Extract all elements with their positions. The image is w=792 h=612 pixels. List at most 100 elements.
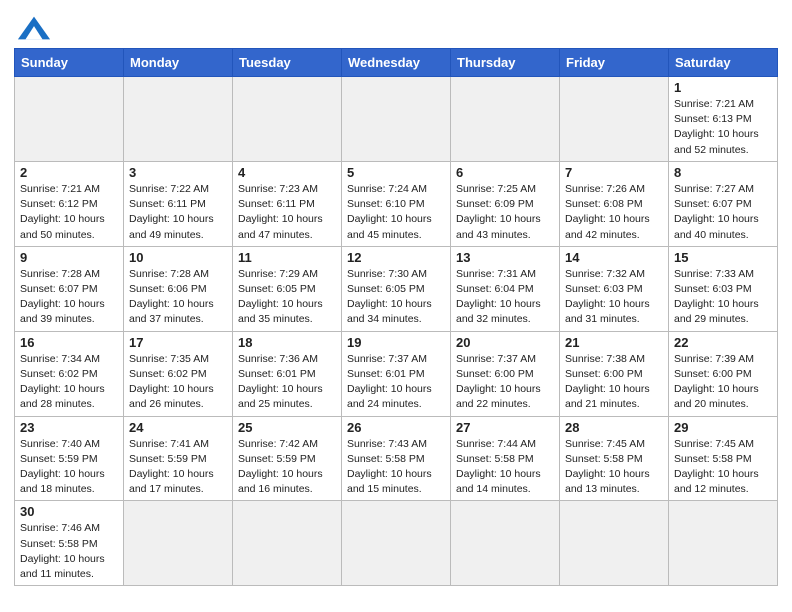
day-cell: 22Sunrise: 7:39 AM Sunset: 6:00 PM Dayli… [669, 331, 778, 416]
day-cell [15, 77, 124, 162]
day-info: Sunrise: 7:43 AM Sunset: 5:58 PM Dayligh… [347, 437, 445, 498]
day-cell: 8 Sunrise: 7:27 AM Sunset: 6:07 PM Daylig… [669, 161, 778, 246]
day-cell: 3 Sunrise: 7:22 AM Sunset: 6:11 PM Daylig… [124, 161, 233, 246]
day-info: Sunrise: 7:37 AM Sunset: 6:01 PM Dayligh… [347, 352, 445, 413]
day-number: 7 [565, 165, 663, 180]
day-number: 30 [20, 504, 118, 519]
day-info: Sunrise: 7:32 AM Sunset: 6:03 PM Dayligh… [565, 267, 663, 328]
day-cell: 25 Sunrise: 7:42 AM Sunset: 5:59 PM Dayli… [233, 416, 342, 501]
day-info: Sunrise: 7:35 AM Sunset: 6:02 PM Dayligh… [129, 352, 227, 413]
day-cell: 6Sunrise: 7:25 AM Sunset: 6:09 PM Daylig… [451, 161, 560, 246]
page: SundayMondayTuesdayWednesdayThursdayFrid… [0, 0, 792, 600]
day-cell: 7 Sunrise: 7:26 AM Sunset: 6:08 PM Daylig… [560, 161, 669, 246]
day-number: 10 [129, 250, 227, 265]
day-cell [124, 77, 233, 162]
calendar-header-row: SundayMondayTuesdayWednesdayThursdayFrid… [15, 49, 778, 77]
day-cell: 10 Sunrise: 7:28 AM Sunset: 6:06 PM Dayli… [124, 246, 233, 331]
day-cell: 30Sunrise: 7:46 AM Sunset: 5:58 PM Dayli… [15, 501, 124, 586]
day-info: Sunrise: 7:27 AM Sunset: 6:07 PM Dayligh… [674, 182, 772, 243]
day-header-sunday: Sunday [15, 49, 124, 77]
day-info: Sunrise: 7:26 AM Sunset: 6:08 PM Dayligh… [565, 182, 663, 243]
day-number: 19 [347, 335, 445, 350]
week-row-6: 30Sunrise: 7:46 AM Sunset: 5:58 PM Dayli… [15, 501, 778, 586]
day-number: 29 [674, 420, 772, 435]
day-cell: 29 Sunrise: 7:45 AM Sunset: 5:58 PM Dayli… [669, 416, 778, 501]
day-info: Sunrise: 7:29 AM Sunset: 6:05 PM Dayligh… [238, 267, 336, 328]
day-number: 20 [456, 335, 554, 350]
day-header-monday: Monday [124, 49, 233, 77]
day-info: Sunrise: 7:34 AM Sunset: 6:02 PM Dayligh… [20, 352, 118, 413]
day-info: Sunrise: 7:21 AM Sunset: 6:13 PM Dayligh… [674, 97, 772, 158]
day-number: 22 [674, 335, 772, 350]
day-number: 17 [129, 335, 227, 350]
day-number: 24 [129, 420, 227, 435]
day-info: Sunrise: 7:41 AM Sunset: 5:59 PM Dayligh… [129, 437, 227, 498]
day-info: Sunrise: 7:21 AM Sunset: 6:12 PM Dayligh… [20, 182, 118, 243]
day-cell: 24 Sunrise: 7:41 AM Sunset: 5:59 PM Dayli… [124, 416, 233, 501]
week-row-5: 23 Sunrise: 7:40 AM Sunset: 5:59 PM Dayli… [15, 416, 778, 501]
day-number: 15 [674, 250, 772, 265]
day-info: Sunrise: 7:23 AM Sunset: 6:11 PM Dayligh… [238, 182, 336, 243]
day-header-wednesday: Wednesday [342, 49, 451, 77]
day-number: 3 [129, 165, 227, 180]
day-cell [342, 501, 451, 586]
day-number: 26 [347, 420, 445, 435]
day-cell: 5Sunrise: 7:24 AM Sunset: 6:10 PM Daylig… [342, 161, 451, 246]
day-cell: 15 Sunrise: 7:33 AM Sunset: 6:03 PM Dayli… [669, 246, 778, 331]
day-cell: 9 Sunrise: 7:28 AM Sunset: 6:07 PM Daylig… [15, 246, 124, 331]
day-number: 4 [238, 165, 336, 180]
week-row-1: 1Sunrise: 7:21 AM Sunset: 6:13 PM Daylig… [15, 77, 778, 162]
day-info: Sunrise: 7:30 AM Sunset: 6:05 PM Dayligh… [347, 267, 445, 328]
day-info: Sunrise: 7:36 AM Sunset: 6:01 PM Dayligh… [238, 352, 336, 413]
day-info: Sunrise: 7:33 AM Sunset: 6:03 PM Dayligh… [674, 267, 772, 328]
day-number: 8 [674, 165, 772, 180]
week-row-2: 2 Sunrise: 7:21 AM Sunset: 6:12 PM Daylig… [15, 161, 778, 246]
day-cell: 21Sunrise: 7:38 AM Sunset: 6:00 PM Dayli… [560, 331, 669, 416]
day-number: 6 [456, 165, 554, 180]
day-info: Sunrise: 7:22 AM Sunset: 6:11 PM Dayligh… [129, 182, 227, 243]
day-cell: 1Sunrise: 7:21 AM Sunset: 6:13 PM Daylig… [669, 77, 778, 162]
day-cell [233, 501, 342, 586]
day-info: Sunrise: 7:42 AM Sunset: 5:59 PM Dayligh… [238, 437, 336, 498]
day-number: 21 [565, 335, 663, 350]
day-header-saturday: Saturday [669, 49, 778, 77]
day-info: Sunrise: 7:28 AM Sunset: 6:07 PM Dayligh… [20, 267, 118, 328]
day-cell: 27 Sunrise: 7:44 AM Sunset: 5:58 PM Dayli… [451, 416, 560, 501]
header [14, 10, 778, 42]
day-info: Sunrise: 7:40 AM Sunset: 5:59 PM Dayligh… [20, 437, 118, 498]
day-cell: 12 Sunrise: 7:30 AM Sunset: 6:05 PM Dayli… [342, 246, 451, 331]
day-cell: 14Sunrise: 7:32 AM Sunset: 6:03 PM Dayli… [560, 246, 669, 331]
day-cell [560, 77, 669, 162]
day-info: Sunrise: 7:44 AM Sunset: 5:58 PM Dayligh… [456, 437, 554, 498]
day-cell: 23 Sunrise: 7:40 AM Sunset: 5:59 PM Dayli… [15, 416, 124, 501]
day-header-tuesday: Tuesday [233, 49, 342, 77]
day-cell [451, 77, 560, 162]
day-info: Sunrise: 7:37 AM Sunset: 6:00 PM Dayligh… [456, 352, 554, 413]
day-number: 12 [347, 250, 445, 265]
day-info: Sunrise: 7:31 AM Sunset: 6:04 PM Dayligh… [456, 267, 554, 328]
day-cell: 17 Sunrise: 7:35 AM Sunset: 6:02 PM Dayli… [124, 331, 233, 416]
day-header-friday: Friday [560, 49, 669, 77]
week-row-3: 9 Sunrise: 7:28 AM Sunset: 6:07 PM Daylig… [15, 246, 778, 331]
day-cell [342, 77, 451, 162]
day-cell: 13Sunrise: 7:31 AM Sunset: 6:04 PM Dayli… [451, 246, 560, 331]
day-number: 27 [456, 420, 554, 435]
day-header-thursday: Thursday [451, 49, 560, 77]
day-number: 25 [238, 420, 336, 435]
day-info: Sunrise: 7:28 AM Sunset: 6:06 PM Dayligh… [129, 267, 227, 328]
day-cell: 18Sunrise: 7:36 AM Sunset: 6:01 PM Dayli… [233, 331, 342, 416]
day-cell [560, 501, 669, 586]
day-info: Sunrise: 7:45 AM Sunset: 5:58 PM Dayligh… [674, 437, 772, 498]
day-cell: 26 Sunrise: 7:43 AM Sunset: 5:58 PM Dayli… [342, 416, 451, 501]
day-cell: 16 Sunrise: 7:34 AM Sunset: 6:02 PM Dayli… [15, 331, 124, 416]
day-cell: 4 Sunrise: 7:23 AM Sunset: 6:11 PM Daylig… [233, 161, 342, 246]
day-info: Sunrise: 7:45 AM Sunset: 5:58 PM Dayligh… [565, 437, 663, 498]
day-number: 9 [20, 250, 118, 265]
day-number: 16 [20, 335, 118, 350]
day-info: Sunrise: 7:24 AM Sunset: 6:10 PM Dayligh… [347, 182, 445, 243]
day-number: 2 [20, 165, 118, 180]
day-cell [233, 77, 342, 162]
day-number: 23 [20, 420, 118, 435]
calendar: SundayMondayTuesdayWednesdayThursdayFrid… [14, 48, 778, 586]
day-cell: 19 Sunrise: 7:37 AM Sunset: 6:01 PM Dayli… [342, 331, 451, 416]
